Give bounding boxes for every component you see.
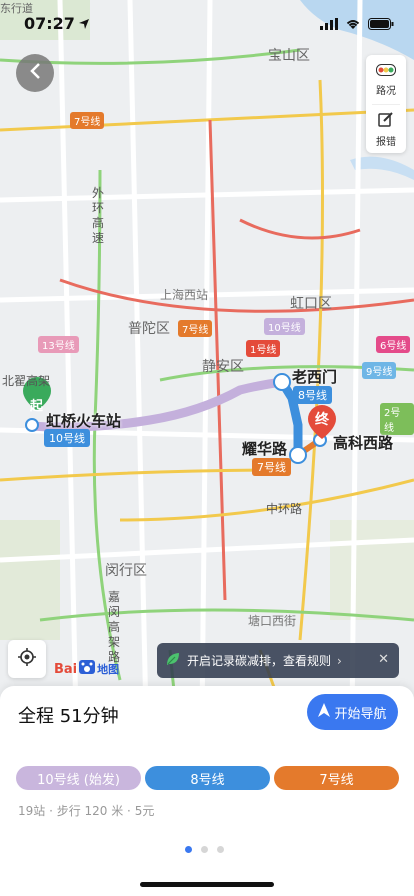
metro-badge: 9号线 <box>362 362 397 379</box>
line-chips: 10号线 (始发) 8号线 7号线 <box>16 766 399 790</box>
location-arrow-icon <box>78 15 90 34</box>
start-marker: 起 <box>30 399 44 414</box>
map-label-jiamin: 嘉闵高架路 <box>108 590 121 664</box>
paw-icon <box>79 660 96 678</box>
map-label-middle-ring: 中环路 <box>266 502 303 516</box>
metro-badge: 13号线 <box>38 336 79 353</box>
map-label-minhang: 闵行区 <box>105 563 147 579</box>
station-label-yaohualu[interactable]: 耀华路 <box>242 438 287 459</box>
route-total-time: 全程 51分钟 <box>18 706 119 727</box>
page-dot <box>185 846 192 853</box>
map-label-jingan: 静安区 <box>202 359 244 375</box>
edit-icon <box>378 111 394 131</box>
metro-badge: 2号线 <box>380 403 414 435</box>
chevron-left-icon <box>28 62 42 84</box>
report-label: 报错 <box>376 136 396 148</box>
carbon-banner[interactable]: 开启记录碳减排，查看规则 › ✕ <box>157 643 399 678</box>
metro-badge: 7号线 <box>70 112 105 129</box>
traffic-light-icon <box>376 61 396 80</box>
wifi-icon <box>345 15 361 34</box>
page-dot <box>217 846 224 853</box>
traffic-label: 路况 <box>376 86 396 97</box>
route-badge-line7: 7号线 <box>252 458 291 476</box>
map-tool-panel: 路况 报错 <box>366 55 406 153</box>
map-label-tangkou: 塘口西街 <box>248 614 297 628</box>
page-indicator[interactable] <box>185 846 224 853</box>
station-label-laoximen[interactable]: 老西门 <box>292 366 337 387</box>
map-label-outer-ring: 外环高速 <box>92 186 105 245</box>
map-label-shanghai-west: 上海西站 <box>160 288 209 302</box>
navigation-arrow-icon <box>318 703 331 721</box>
status-bar: 07:27 <box>0 0 414 44</box>
crosshair-icon <box>17 647 37 671</box>
route-summary-text: 19站 · 步行 120 米 · 5元 <box>18 804 155 818</box>
back-button[interactable] <box>16 54 54 92</box>
home-indicator <box>140 882 274 887</box>
leaf-icon <box>165 651 181 670</box>
metro-badge: 10号线 <box>264 318 305 335</box>
route-badge-line10: 10号线 <box>44 429 90 447</box>
chevron-right-icon: › <box>337 653 342 668</box>
station-label-gaokexilu[interactable]: 高科西路 <box>333 432 393 453</box>
station-label-hongqiao[interactable]: 虹桥火车站 <box>46 410 121 431</box>
map-label-hongkou: 虹口区 <box>290 296 332 312</box>
traffic-toggle-button[interactable]: 路况 <box>366 55 406 103</box>
metro-badge: 6号线 <box>376 336 411 353</box>
end-marker: 终 <box>315 412 329 428</box>
status-time: 07:27 <box>24 14 75 33</box>
page-dot <box>201 846 208 853</box>
start-navigation-label: 开始导航 <box>334 706 387 722</box>
start-navigation-button[interactable]: 开始导航 <box>307 694 398 730</box>
route-summary-sheet: 全程 51分钟 开始导航 10号线 (始发) 8号线 7号线 19站 · 步行 … <box>0 686 414 896</box>
map-label-putuo: 普陀区 <box>128 321 170 337</box>
route-badge-line8: 8号线 <box>293 386 332 404</box>
line-chip: 10号线 (始发) <box>16 766 141 790</box>
carbon-banner-text: 开启记录碳减排，查看规则 <box>187 654 332 668</box>
line-chip: 7号线 <box>274 766 399 790</box>
metro-badge: 7号线 <box>178 320 213 337</box>
report-error-button[interactable]: 报错 <box>366 105 406 153</box>
locate-button[interactable] <box>8 640 46 678</box>
map-label-baoshan: 宝山区 <box>268 48 310 64</box>
line-chip: 8号线 <box>145 766 270 790</box>
map-label-beizhai: 北翟高架 <box>2 374 51 388</box>
baidu-map-logo: Bai 地图 <box>54 660 120 678</box>
close-icon[interactable]: ✕ <box>378 652 389 667</box>
metro-badge: 1号线 <box>246 340 281 357</box>
signal-icon <box>320 15 338 34</box>
battery-icon <box>368 15 394 34</box>
